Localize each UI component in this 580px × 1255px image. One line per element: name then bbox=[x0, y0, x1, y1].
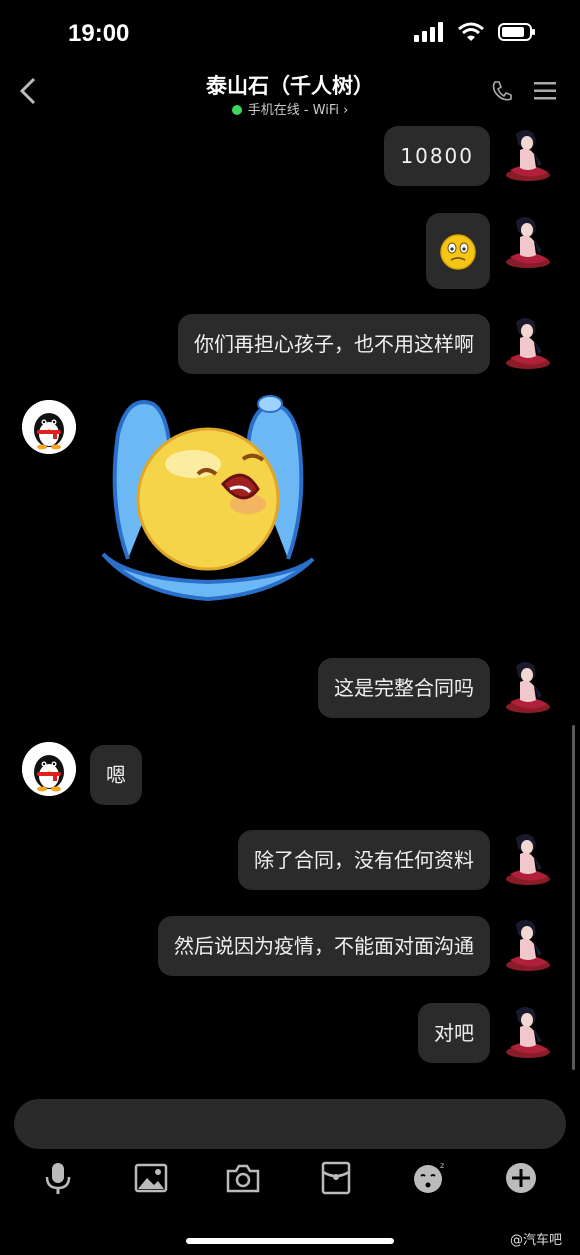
penguin-avatar-icon bbox=[22, 400, 76, 454]
signal-icon bbox=[414, 22, 443, 42]
message-row: 然后说因为疫情，不能面对面沟通 bbox=[0, 916, 580, 978]
message-bubble[interactable]: 这是完整合同吗 bbox=[318, 658, 490, 718]
watermark: @汽车吧 bbox=[505, 1228, 566, 1249]
message-row: 嗯 bbox=[0, 742, 580, 805]
status-bar: 19:00 bbox=[0, 0, 580, 70]
scrollbar[interactable] bbox=[572, 725, 575, 1070]
message-row: 除了合同，没有任何资料 bbox=[0, 830, 580, 892]
crying-face-sticker[interactable] bbox=[98, 394, 318, 609]
message-input[interactable] bbox=[14, 1099, 566, 1149]
message-row: 10800 bbox=[0, 126, 580, 188]
message-row: 这是完整合同吗 bbox=[0, 658, 580, 720]
message-row: 对吧 bbox=[0, 1003, 580, 1065]
message-bubble[interactable]: 对吧 bbox=[418, 1003, 490, 1063]
message-row bbox=[0, 213, 580, 289]
avatar[interactable] bbox=[498, 1003, 554, 1059]
image-icon[interactable] bbox=[133, 1160, 169, 1196]
avatar[interactable] bbox=[498, 314, 554, 370]
message-bubble[interactable]: 嗯 bbox=[90, 745, 142, 805]
avatar[interactable] bbox=[498, 213, 554, 269]
microphone-icon[interactable] bbox=[40, 1160, 76, 1196]
input-toolbar: z bbox=[0, 1160, 580, 1200]
home-indicator[interactable] bbox=[186, 1238, 394, 1244]
avatar[interactable] bbox=[22, 400, 76, 454]
status-time: 19:00 bbox=[68, 20, 130, 47]
avatar[interactable] bbox=[22, 742, 76, 796]
message-bubble[interactable]: 然后说因为疫情，不能面对面沟通 bbox=[158, 916, 490, 976]
svg-text:z: z bbox=[440, 1161, 444, 1170]
message-bubble[interactable]: 除了合同，没有任何资料 bbox=[238, 830, 490, 890]
red-packet-icon[interactable] bbox=[318, 1160, 354, 1196]
message-row bbox=[0, 394, 580, 609]
avatar[interactable] bbox=[498, 126, 554, 182]
plus-icon[interactable] bbox=[503, 1160, 539, 1196]
chat-header: 泰山石（千人树） 手机在线 - WiFi › bbox=[0, 66, 580, 126]
message-bubble[interactable] bbox=[426, 213, 490, 289]
avatar[interactable] bbox=[498, 658, 554, 714]
camera-icon[interactable] bbox=[225, 1160, 261, 1196]
status-icons bbox=[414, 22, 536, 42]
message-row: 你们再担心孩子，也不用这样啊 bbox=[0, 314, 580, 376]
online-dot bbox=[231, 105, 242, 115]
avatar[interactable] bbox=[498, 830, 554, 886]
phone-icon[interactable] bbox=[492, 80, 512, 102]
message-bubble[interactable]: 你们再担心孩子，也不用这样啊 bbox=[178, 314, 490, 374]
nervous-face-emoji bbox=[440, 234, 476, 270]
wifi-icon bbox=[458, 22, 484, 41]
message-bubble[interactable]: 10800 bbox=[384, 126, 490, 186]
menu-icon[interactable] bbox=[534, 82, 556, 100]
chevron-right-icon: › bbox=[343, 103, 349, 118]
battery-icon bbox=[498, 23, 535, 41]
online-status-text: 手机在线 - WiFi bbox=[247, 103, 339, 118]
penguin-avatar-icon bbox=[22, 742, 76, 796]
sticker-icon[interactable]: z bbox=[410, 1160, 446, 1196]
avatar[interactable] bbox=[498, 916, 554, 972]
